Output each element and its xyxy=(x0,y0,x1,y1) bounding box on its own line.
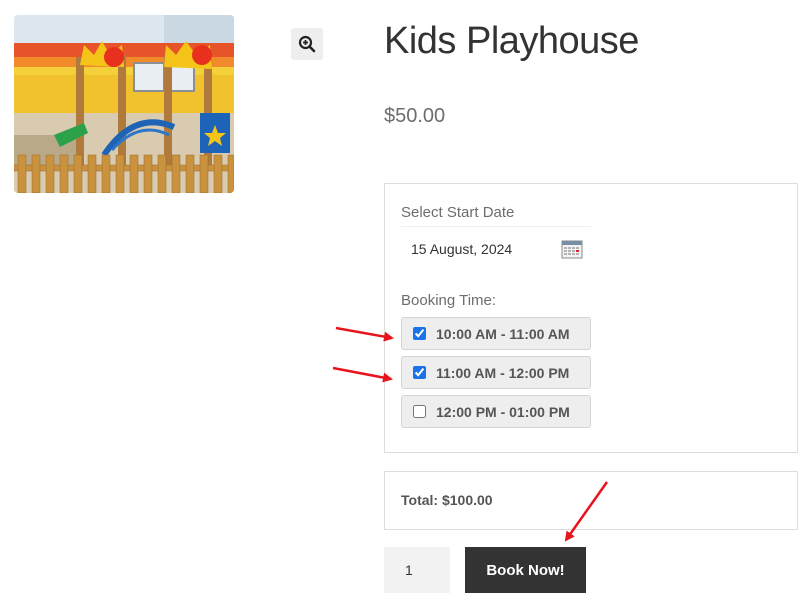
time-slot-1-checkbox[interactable] xyxy=(413,327,426,340)
total-price: Total: $100.00 xyxy=(401,492,493,508)
product-title: Kids Playhouse xyxy=(384,20,639,62)
time-slot-3-label: 12:00 PM - 01:00 PM xyxy=(436,403,570,420)
time-slot-1[interactable]: 10:00 AM - 11:00 AM xyxy=(401,317,591,350)
calendar-icon[interactable] xyxy=(561,239,583,259)
time-slot-3-checkbox[interactable] xyxy=(413,405,426,418)
product-price: $50.00 xyxy=(384,105,446,127)
time-slot-3[interactable]: 12:00 PM - 01:00 PM xyxy=(401,395,591,428)
arrow-slot-2 xyxy=(332,366,393,383)
start-date-value: 15 August, 2024 xyxy=(411,240,513,257)
product-image[interactable] xyxy=(14,15,234,193)
start-date-label: Select Start Date xyxy=(401,204,515,221)
start-date-field[interactable]: 15 August, 2024 xyxy=(401,226,591,270)
book-now-button[interactable]: Book Now! xyxy=(465,547,586,593)
zoom-button[interactable] xyxy=(291,28,323,60)
time-slot-2-label: 11:00 AM - 12:00 PM xyxy=(436,364,570,381)
time-slot-2-checkbox[interactable] xyxy=(413,366,426,379)
playground-image xyxy=(14,15,234,193)
time-slot-1-label: 10:00 AM - 11:00 AM xyxy=(436,325,570,342)
quantity-input[interactable] xyxy=(384,547,450,593)
time-slot-2[interactable]: 11:00 AM - 12:00 PM xyxy=(401,356,591,389)
magnifier-plus-icon xyxy=(298,35,316,53)
booking-time-label: Booking Time: xyxy=(401,292,497,309)
